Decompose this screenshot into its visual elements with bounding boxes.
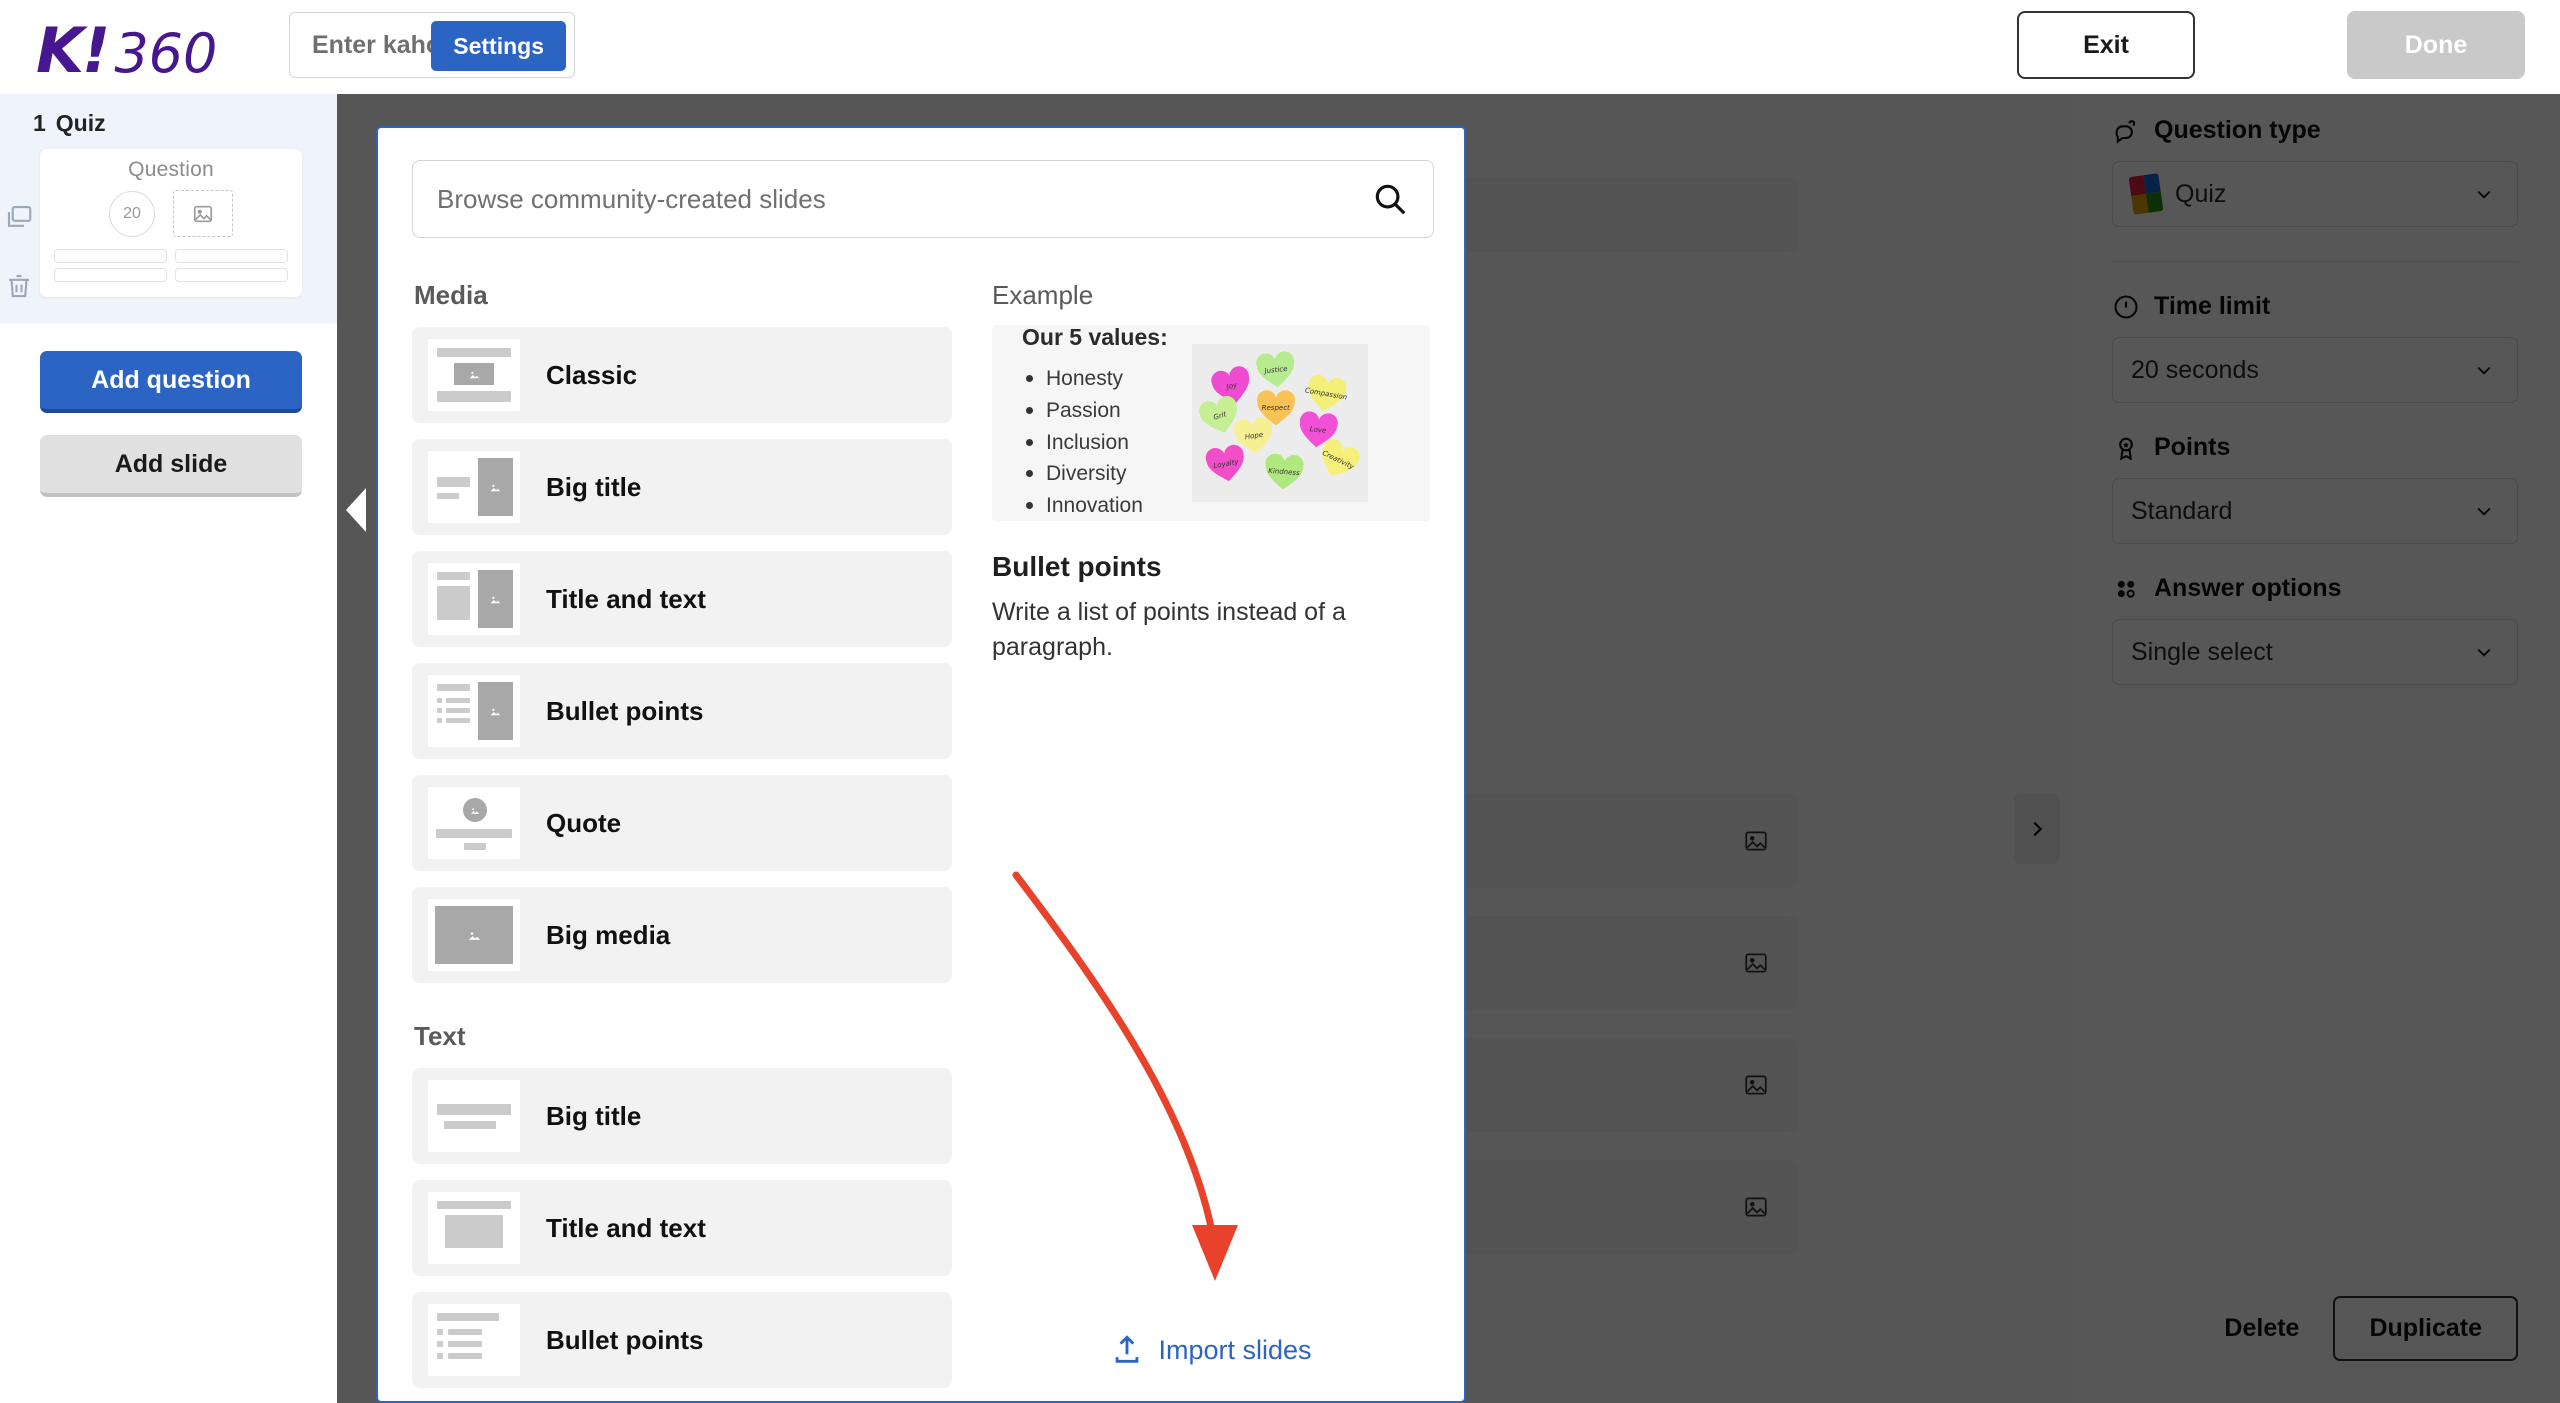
example-bullet: Passion bbox=[1022, 395, 1168, 427]
logo-360-text: 360 bbox=[114, 22, 218, 85]
template-name: Bullet points bbox=[546, 695, 704, 726]
example-bullet-list: Honesty Passion Inclusion Diversity Inno… bbox=[1022, 363, 1168, 523]
image-icon bbox=[468, 931, 480, 940]
modal-body: Media Classic bbox=[378, 128, 1464, 1401]
slide-list-item[interactable]: 1 Quiz Question 20 bbox=[0, 94, 337, 323]
thumbnail-answer-bar bbox=[175, 249, 288, 263]
template-name: Classic bbox=[546, 359, 638, 390]
template-name: Quote bbox=[546, 807, 622, 838]
duplicate-icon[interactable] bbox=[4, 202, 34, 232]
template-thumbnail bbox=[428, 451, 520, 523]
heart-sticky-note: Kindness bbox=[1260, 451, 1307, 494]
slide-type: Quiz bbox=[55, 110, 106, 136]
template-thumbnail bbox=[428, 339, 520, 411]
template-name: Big title bbox=[546, 471, 642, 502]
done-button: Done bbox=[2347, 11, 2525, 79]
template-thumbnail bbox=[428, 1304, 520, 1376]
example-bullet: Honesty bbox=[1022, 363, 1168, 395]
import-slides-link[interactable]: Import slides bbox=[1158, 1335, 1311, 1366]
template-name: Title and text bbox=[546, 1212, 706, 1243]
kahoot-title-field[interactable]: Enter kahoot title... Settings bbox=[289, 12, 575, 78]
image-icon bbox=[193, 205, 213, 222]
add-slide-button[interactable]: Add slide bbox=[40, 435, 302, 497]
template-title-and-text[interactable]: Title and text bbox=[412, 1180, 952, 1276]
template-name: Big media bbox=[546, 919, 671, 950]
example-label: Example bbox=[992, 280, 1094, 310]
logo-k-mark: K! bbox=[36, 14, 110, 87]
slide-item-label: 1 Quiz bbox=[0, 110, 337, 137]
image-icon bbox=[469, 371, 479, 378]
slide-actions bbox=[4, 202, 40, 340]
settings-button[interactable]: Settings bbox=[431, 21, 566, 71]
template-thumbnail bbox=[428, 787, 520, 859]
template-bullet-points-media[interactable]: Bullet points bbox=[412, 663, 952, 759]
thumbnail-question-label: Question bbox=[128, 158, 214, 181]
image-icon bbox=[490, 596, 501, 603]
annotation-arrow bbox=[1012, 871, 1238, 1281]
example-hearts-image: Justice Joy Compassion Respect Grit Hope Love L… bbox=[1191, 344, 1368, 502]
app-header: K! 360 Enter kahoot title... Settings Ex… bbox=[0, 0, 2560, 94]
heart-sticky-note: Loyalty bbox=[1201, 440, 1251, 487]
import-slides-row[interactable]: Import slides bbox=[992, 1333, 1430, 1367]
template-preview: Example Our 5 values: Honesty Passion In… bbox=[992, 280, 1430, 1401]
thumbnail-middle-row: 20 bbox=[40, 190, 302, 237]
template-description-body: Write a list of points instead of a para… bbox=[992, 598, 1346, 661]
sidebar-collapse-arrow[interactable] bbox=[346, 488, 366, 532]
template-big-title-text[interactable]: Big title bbox=[412, 1068, 952, 1164]
thumbnail-answer-bar bbox=[175, 268, 288, 282]
template-thumbnail bbox=[428, 563, 520, 635]
slides-sidebar: 1 Quiz Question 20 Add question Add slid… bbox=[0, 94, 337, 1403]
template-big-title-media[interactable]: Big title bbox=[412, 439, 952, 535]
search-icon[interactable] bbox=[1371, 180, 1409, 218]
slide-search-box[interactable] bbox=[412, 160, 1434, 238]
template-name: Title and text bbox=[546, 583, 706, 614]
image-icon bbox=[490, 484, 501, 491]
template-bullet-points-text[interactable]: Bullet points bbox=[412, 1292, 952, 1388]
template-thumbnail bbox=[428, 899, 520, 971]
section-title-media: Media bbox=[414, 280, 488, 310]
example-bullet: Innovation bbox=[1022, 490, 1168, 522]
thumbnail-answer-bar bbox=[54, 249, 167, 263]
thumbnail-timer: 20 bbox=[109, 190, 155, 237]
template-thumbnail bbox=[428, 675, 520, 747]
template-big-media[interactable]: Big media bbox=[412, 887, 952, 983]
example-bullet: Inclusion bbox=[1022, 427, 1168, 459]
upload-icon[interactable] bbox=[1110, 1333, 1144, 1367]
thumbnail-answers bbox=[40, 249, 302, 282]
example-slide-card: Our 5 values: Honesty Passion Inclusion … bbox=[992, 324, 1430, 523]
modal-columns: Media Classic Big title Title and text B… bbox=[412, 280, 1430, 1401]
slide-thumbnail[interactable]: Question 20 bbox=[40, 149, 302, 297]
section-title-text: Text bbox=[414, 1021, 466, 1051]
slide-templates-modal: Media Classic bbox=[376, 126, 1466, 1403]
add-question-button[interactable]: Add question bbox=[40, 351, 302, 413]
template-quote[interactable]: Quote bbox=[412, 775, 952, 871]
slide-number: 1 bbox=[33, 110, 46, 136]
exit-button[interactable]: Exit bbox=[2017, 11, 2195, 79]
kahoot-creator-app: K! 360 Enter kahoot title... Settings Ex… bbox=[0, 0, 2560, 1403]
kahoot-360-logo: K! 360 bbox=[36, 14, 217, 87]
image-icon bbox=[490, 708, 501, 715]
example-slide-title: Our 5 values: bbox=[1022, 323, 1168, 350]
example-bullet: Diversity bbox=[1022, 458, 1168, 490]
example-text-block: Our 5 values: Honesty Passion Inclusion … bbox=[1022, 324, 1168, 523]
template-name: Big title bbox=[546, 1100, 642, 1131]
template-thumbnail bbox=[428, 1192, 520, 1264]
template-thumbnail bbox=[428, 1080, 520, 1152]
template-list: Media Classic Big title Title and text B… bbox=[412, 280, 952, 1401]
search-input[interactable] bbox=[437, 183, 1371, 215]
thumbnail-answer-bar bbox=[54, 268, 167, 282]
template-classic[interactable]: Classic bbox=[412, 327, 952, 423]
trash-icon[interactable] bbox=[4, 271, 34, 301]
template-description-title: Bullet points bbox=[992, 551, 1162, 582]
template-title-and-text-media[interactable]: Title and text bbox=[412, 551, 952, 647]
template-name: Bullet points bbox=[546, 1324, 704, 1355]
image-icon bbox=[470, 807, 480, 814]
heart-sticky-note: Justice bbox=[1252, 348, 1300, 392]
thumbnail-image-placeholder bbox=[173, 190, 233, 237]
